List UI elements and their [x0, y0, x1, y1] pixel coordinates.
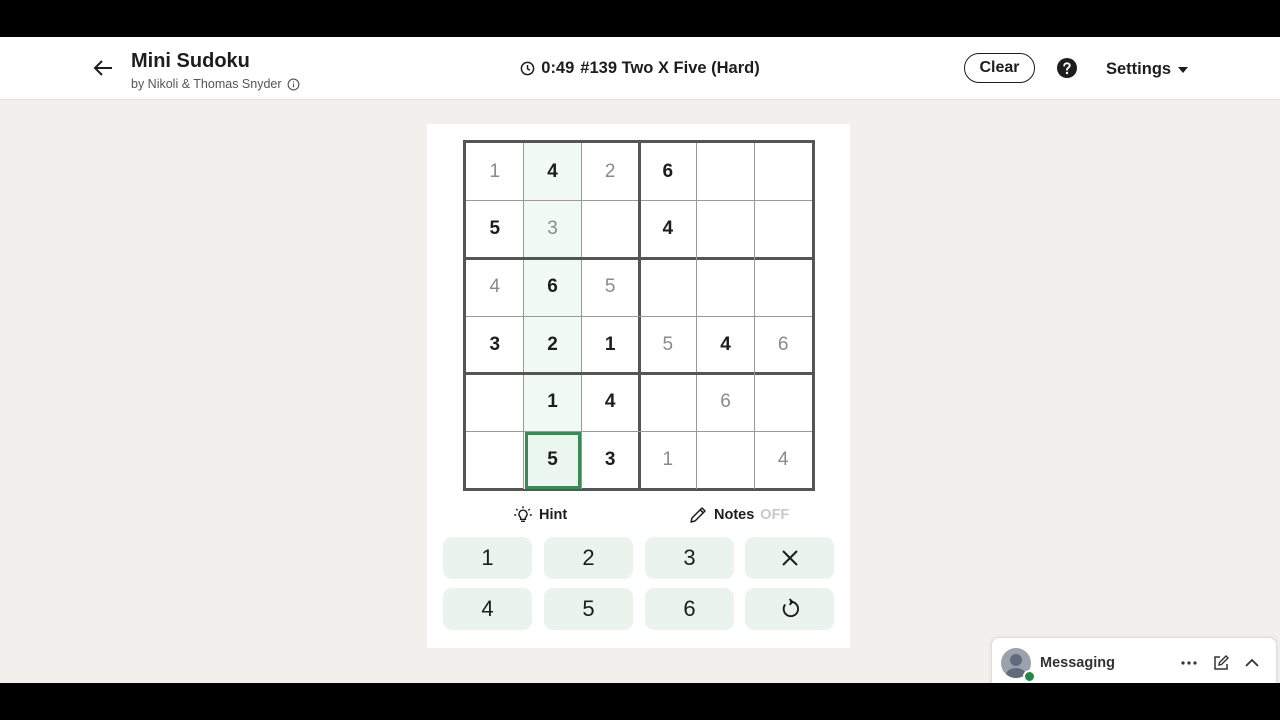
sudoku-cell[interactable]	[639, 374, 697, 432]
online-status-dot	[1023, 670, 1036, 683]
sudoku-grid: 14265344653215461465314	[463, 140, 815, 491]
sudoku-cell[interactable]: 3	[466, 316, 524, 374]
pencil-icon	[690, 507, 706, 523]
settings-label: Settings	[1106, 60, 1172, 78]
sudoku-cell[interactable]: 1	[524, 374, 582, 432]
sudoku-cell[interactable]	[754, 201, 812, 259]
sudoku-cell[interactable]: 4	[581, 374, 639, 432]
sudoku-cell[interactable]: 1	[466, 143, 524, 201]
sudoku-cell[interactable]	[697, 431, 755, 489]
sudoku-cell[interactable]: 4	[466, 258, 524, 316]
sudoku-cell[interactable]	[754, 258, 812, 316]
sudoku-cell[interactable]	[466, 374, 524, 432]
game-header: Mini Sudoku by Nikoli & Thomas Snyder 0:…	[0, 37, 1280, 100]
sudoku-cell[interactable]: 5	[581, 258, 639, 316]
number-key-1[interactable]: 1	[443, 537, 532, 579]
sudoku-cell[interactable]: 2	[524, 316, 582, 374]
sudoku-cell[interactable]: 2	[581, 143, 639, 201]
notes-label: Notes	[714, 507, 755, 523]
sudoku-cell[interactable]: 1	[639, 431, 697, 489]
puzzle-name: #139 Two X Five (Hard)	[580, 59, 760, 77]
close-icon	[781, 550, 798, 566]
sudoku-cell[interactable]	[697, 201, 755, 259]
sudoku-cell[interactable]: 1	[581, 316, 639, 374]
settings-dropdown[interactable]: Settings	[1106, 60, 1189, 79]
hint-label: Hint	[539, 507, 568, 523]
sudoku-cell[interactable]: 6	[697, 374, 755, 432]
sudoku-cell[interactable]	[639, 258, 697, 316]
number-key-5[interactable]: 5	[544, 588, 633, 630]
clear-button[interactable]: Clear	[964, 53, 1035, 83]
chevron-up-icon[interactable]	[1243, 654, 1261, 672]
number-key-6[interactable]: 6	[645, 588, 734, 630]
number-key-2[interactable]: 2	[544, 537, 633, 579]
help-icon[interactable]	[1056, 57, 1078, 79]
more-options-icon[interactable]	[1180, 654, 1198, 672]
sudoku-cell[interactable]: 5	[639, 316, 697, 374]
sudoku-cell[interactable]: 3	[581, 431, 639, 489]
erase-button[interactable]	[745, 537, 834, 579]
game-panel: 14265344653215461465314 Hint Notes OFF 1…	[427, 124, 850, 648]
sudoku-cell[interactable]	[466, 431, 524, 489]
notes-state: OFF	[760, 507, 790, 523]
sudoku-cell[interactable]	[697, 143, 755, 201]
timer: 0:49	[541, 59, 575, 77]
messaging-label: Messaging	[1040, 655, 1115, 671]
notes-toggle[interactable]: Notes OFF	[688, 505, 789, 525]
number-key-4[interactable]: 4	[443, 588, 532, 630]
undo-button[interactable]	[745, 588, 834, 630]
clock-icon	[520, 61, 535, 76]
hint-button[interactable]: Hint	[513, 505, 567, 525]
sudoku-cell[interactable]: 5	[466, 201, 524, 259]
sudoku-cell[interactable]: 4	[639, 201, 697, 259]
sudoku-cell[interactable]	[754, 374, 812, 432]
undo-icon	[782, 598, 799, 618]
number-key-3[interactable]: 3	[645, 537, 734, 579]
sudoku-cell[interactable]	[697, 258, 755, 316]
sudoku-cell[interactable]	[754, 143, 812, 201]
sudoku-cell[interactable]: 6	[754, 316, 812, 374]
lightbulb-icon	[514, 506, 532, 522]
messaging-bar[interactable]: Messaging	[991, 637, 1277, 683]
compose-icon[interactable]	[1212, 654, 1230, 672]
sudoku-cell[interactable]: 5	[524, 431, 582, 489]
sudoku-cell[interactable]: 4	[697, 316, 755, 374]
sudoku-cell[interactable]: 3	[524, 201, 582, 259]
sudoku-cell[interactable]: 6	[639, 143, 697, 201]
sudoku-cell[interactable]	[581, 201, 639, 259]
puzzle-info: 0:49 #139 Two X Five (Hard)	[0, 59, 1280, 81]
sudoku-cell[interactable]: 6	[524, 258, 582, 316]
app-frame: Mini Sudoku by Nikoli & Thomas Snyder 0:…	[0, 37, 1280, 683]
sudoku-cell[interactable]: 4	[524, 143, 582, 201]
sudoku-cell[interactable]: 4	[754, 431, 812, 489]
caret-down-icon	[1178, 66, 1189, 73]
